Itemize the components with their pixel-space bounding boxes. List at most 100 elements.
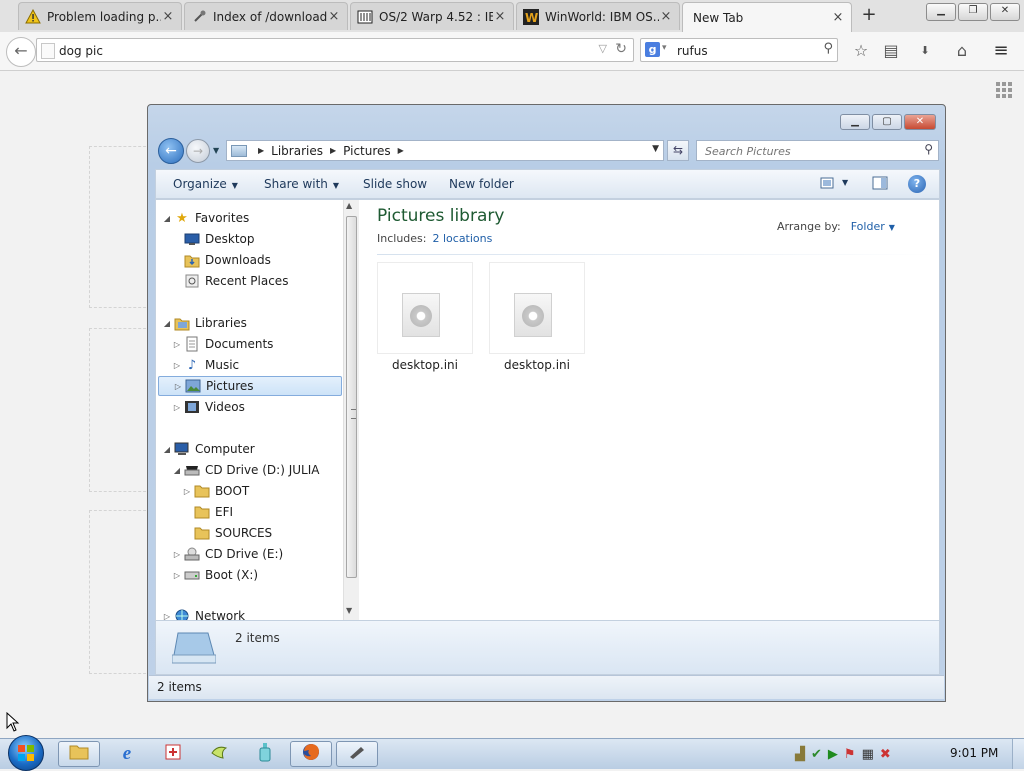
explorer-maximize-button[interactable]: ▢ bbox=[872, 114, 902, 130]
breadcrumb-separator-icon[interactable]: ▶ bbox=[330, 146, 336, 155]
bookmark-star-icon[interactable]: ☆ bbox=[850, 40, 872, 62]
expanded-triangle-icon[interactable]: ◢ bbox=[162, 445, 172, 454]
search-bar[interactable]: g ▾ ⚲ bbox=[640, 38, 838, 62]
explorer-close-button[interactable]: ✕ bbox=[904, 114, 936, 130]
change-view-icon[interactable] bbox=[820, 176, 836, 190]
explorer-search-box[interactable]: ⚲ bbox=[696, 140, 939, 161]
apps-grid-icon[interactable] bbox=[996, 82, 1012, 98]
expanded-triangle-icon[interactable]: ◢ bbox=[172, 466, 182, 475]
scroll-up-icon[interactable]: ▲ bbox=[346, 201, 352, 210]
tray-flag-icon[interactable]: ⚑ bbox=[844, 747, 856, 762]
search-icon[interactable]: ⚲ bbox=[924, 142, 933, 156]
expanded-triangle-icon[interactable]: ◢ bbox=[162, 319, 172, 328]
nav-item-libraries[interactable]: ◢ Libraries bbox=[162, 313, 348, 333]
collapsed-triangle-icon[interactable]: ▷ bbox=[172, 340, 182, 349]
taskbar-bottle-button[interactable] bbox=[244, 741, 286, 767]
tab-index-downloads[interactable]: Index of /downloads × bbox=[184, 2, 348, 30]
address-dropdown-icon[interactable]: ▼ bbox=[652, 144, 659, 154]
navigation-scrollbar[interactable]: ▲ ▼ bbox=[343, 200, 359, 620]
bookmarks-list-icon[interactable]: ▤ bbox=[880, 40, 902, 62]
nav-item-favorites[interactable]: ◢ ★ Favorites bbox=[162, 208, 348, 228]
taskbar-clock[interactable]: 9:01 PM bbox=[950, 746, 998, 760]
nav-item-desktop[interactable]: Desktop bbox=[172, 229, 350, 249]
reload-icon[interactable]: ↻ bbox=[615, 41, 627, 57]
tab-os2-warp[interactable]: OS/2 Warp 4.52 : IB... × bbox=[350, 2, 514, 30]
nav-item-boot[interactable]: ▷ BOOT bbox=[182, 481, 350, 501]
nav-item-documents[interactable]: ▷ Documents bbox=[172, 334, 350, 354]
start-button[interactable] bbox=[8, 735, 44, 771]
back-button[interactable]: ← bbox=[6, 37, 36, 67]
scroll-down-icon[interactable]: ▼ bbox=[346, 606, 352, 615]
share-with-menu[interactable]: Share with ▼ bbox=[264, 177, 339, 191]
tray-app-icon[interactable]: ▟ bbox=[795, 747, 805, 762]
tab-winworld[interactable]: W WinWorld: IBM OS... × bbox=[516, 2, 680, 30]
arrange-by-dropdown[interactable]: Folder bbox=[851, 220, 885, 233]
new-tab-tile[interactable] bbox=[89, 510, 151, 674]
collapsed-triangle-icon[interactable]: ▷ bbox=[162, 612, 172, 621]
address-bar[interactable]: ▶ Libraries ▶ Pictures ▶ ▼ bbox=[226, 140, 664, 161]
view-options-dropdown-icon[interactable]: ▼ bbox=[842, 178, 848, 187]
tab-new-tab[interactable]: New Tab × bbox=[682, 2, 852, 32]
scrollbar-thumb[interactable] bbox=[346, 216, 357, 578]
show-desktop-button[interactable] bbox=[1012, 739, 1024, 769]
engine-dropdown-icon[interactable]: ▾ bbox=[662, 43, 667, 53]
browser-close-button[interactable]: ✕ bbox=[990, 3, 1020, 21]
nav-item-cd-drive-e[interactable]: ▷ CD Drive (E:) bbox=[172, 544, 350, 564]
nav-item-music[interactable]: ▷ ♪ Music bbox=[172, 355, 350, 375]
tab-close-button[interactable]: × bbox=[831, 10, 845, 25]
google-icon[interactable]: g bbox=[645, 42, 660, 57]
nav-item-pictures[interactable]: ▷ Pictures bbox=[158, 376, 342, 396]
taskbar-tool-button[interactable] bbox=[336, 741, 378, 767]
collapsed-triangle-icon[interactable]: ▷ bbox=[182, 487, 192, 496]
tray-play-icon[interactable]: ▶ bbox=[828, 747, 838, 762]
tab-problem-loading[interactable]: Problem loading p... × bbox=[18, 2, 182, 30]
nav-item-boot-x[interactable]: ▷ Boot (X:) bbox=[172, 565, 350, 585]
nav-item-downloads[interactable]: Downloads bbox=[172, 250, 350, 270]
explorer-forward-button[interactable]: → bbox=[186, 139, 210, 163]
new-tab-button[interactable]: + bbox=[858, 6, 880, 26]
home-icon[interactable]: ⌂ bbox=[951, 40, 973, 62]
nav-item-recent-places[interactable]: Recent Places bbox=[172, 271, 350, 291]
file-item[interactable]: desktop.ini bbox=[489, 262, 585, 374]
preview-pane-icon[interactable] bbox=[872, 176, 888, 190]
taskbar-explorer-button[interactable] bbox=[58, 741, 100, 767]
file-item[interactable]: desktop.ini bbox=[377, 262, 473, 374]
nav-item-efi[interactable]: EFI bbox=[182, 502, 350, 522]
breadcrumb-separator-icon[interactable]: ▶ bbox=[258, 146, 264, 155]
breadcrumb-separator-icon[interactable]: ▶ bbox=[398, 146, 404, 155]
history-dropdown-icon[interactable]: ▽ bbox=[599, 42, 607, 55]
browser-minimize-button[interactable]: ▁ bbox=[926, 3, 956, 21]
tab-close-button[interactable]: × bbox=[161, 9, 175, 24]
collapsed-triangle-icon[interactable]: ▷ bbox=[173, 382, 183, 391]
recent-pages-dropdown-icon[interactable]: ▼ bbox=[213, 146, 219, 155]
breadcrumb-pictures[interactable]: Pictures bbox=[343, 144, 391, 158]
organize-menu[interactable]: Organize ▼ bbox=[173, 177, 238, 191]
expanded-triangle-icon[interactable]: ◢ bbox=[162, 214, 172, 223]
tray-network-icon[interactable]: ▦ bbox=[862, 747, 874, 762]
collapsed-triangle-icon[interactable]: ▷ bbox=[172, 403, 182, 412]
nav-item-sources[interactable]: SOURCES bbox=[182, 523, 350, 543]
new-folder-button[interactable]: New folder bbox=[449, 177, 514, 191]
downloads-icon[interactable]: ⬇ bbox=[914, 40, 936, 62]
collapsed-triangle-icon[interactable]: ▷ bbox=[172, 550, 182, 559]
slide-show-button[interactable]: Slide show bbox=[363, 177, 427, 191]
tray-volume-icon[interactable]: ✖ bbox=[880, 747, 891, 762]
taskbar-firefox-button[interactable] bbox=[290, 741, 332, 767]
chevron-down-icon[interactable]: ▼ bbox=[889, 223, 895, 232]
nav-item-videos[interactable]: ▷ Videos bbox=[172, 397, 350, 417]
tab-close-button[interactable]: × bbox=[327, 9, 341, 24]
breadcrumb-libraries[interactable]: Libraries bbox=[271, 144, 323, 158]
explorer-back-button[interactable]: ← bbox=[158, 138, 184, 164]
search-icon[interactable]: ⚲ bbox=[823, 41, 833, 56]
url-bar[interactable]: ▽ ↻ bbox=[36, 38, 634, 62]
refresh-button[interactable]: ⇆ bbox=[667, 140, 689, 161]
browser-restore-button[interactable]: ❐ bbox=[958, 3, 988, 21]
tab-close-button[interactable]: × bbox=[659, 9, 673, 24]
explorer-minimize-button[interactable]: ▁ bbox=[840, 114, 870, 130]
help-icon[interactable]: ? bbox=[908, 175, 926, 193]
url-input[interactable] bbox=[57, 41, 601, 61]
menu-icon[interactable]: ≡ bbox=[990, 40, 1012, 62]
taskbar-app-button[interactable] bbox=[152, 741, 194, 767]
taskbar-bird-button[interactable] bbox=[198, 741, 240, 767]
search-input[interactable] bbox=[675, 41, 819, 61]
